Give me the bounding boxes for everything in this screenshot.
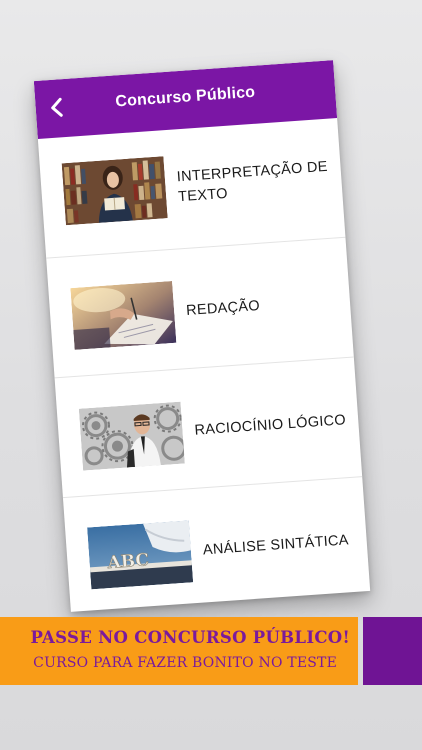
- banner-headline: PASSE NO CONCURSO PÚBLICO!: [30, 628, 350, 647]
- topic-list: INTERPRETAÇÃO DE TEXTO REDAÇÃO RACIOCÍNI…: [37, 118, 371, 612]
- banner-subline: CURSO PARA FAZER BONITO NO TESTE: [33, 655, 337, 671]
- thumbnail-man-with-gears: [78, 401, 185, 471]
- svg-text:ABC: ABC: [106, 550, 150, 573]
- list-item-redacao[interactable]: REDAÇÃO: [46, 237, 354, 379]
- item-label: ANÁLISE SINTÁTICA: [202, 532, 350, 559]
- phone-screen: Concurso Público INTERPRETAÇÃO DE TEXTO …: [33, 60, 371, 612]
- thumbnail-abc-blocks-on-book: ABC: [87, 520, 194, 590]
- thumbnail-woman-reading-in-library: [61, 156, 168, 226]
- item-label: INTERPRETAÇÃO DE TEXTO: [176, 158, 329, 206]
- item-label: REDAÇÃO: [185, 297, 261, 320]
- banner-accent-block: [363, 617, 422, 685]
- item-label: RACIOCÍNIO LÓGICO: [194, 412, 347, 439]
- thumbnail-hand-writing-on-paper: [70, 280, 177, 350]
- list-item-analise[interactable]: ABC ANÁLISE SINTÁTICA: [62, 477, 371, 612]
- list-item-interpretacao[interactable]: INTERPRETAÇÃO DE TEXTO: [37, 118, 346, 259]
- page-title: Concurso Público: [114, 83, 256, 111]
- list-item-raciocinio[interactable]: RACIOCÍNIO LÓGICO: [54, 357, 363, 499]
- promo-banner: PASSE NO CONCURSO PÚBLICO! CURSO PARA FA…: [0, 617, 358, 685]
